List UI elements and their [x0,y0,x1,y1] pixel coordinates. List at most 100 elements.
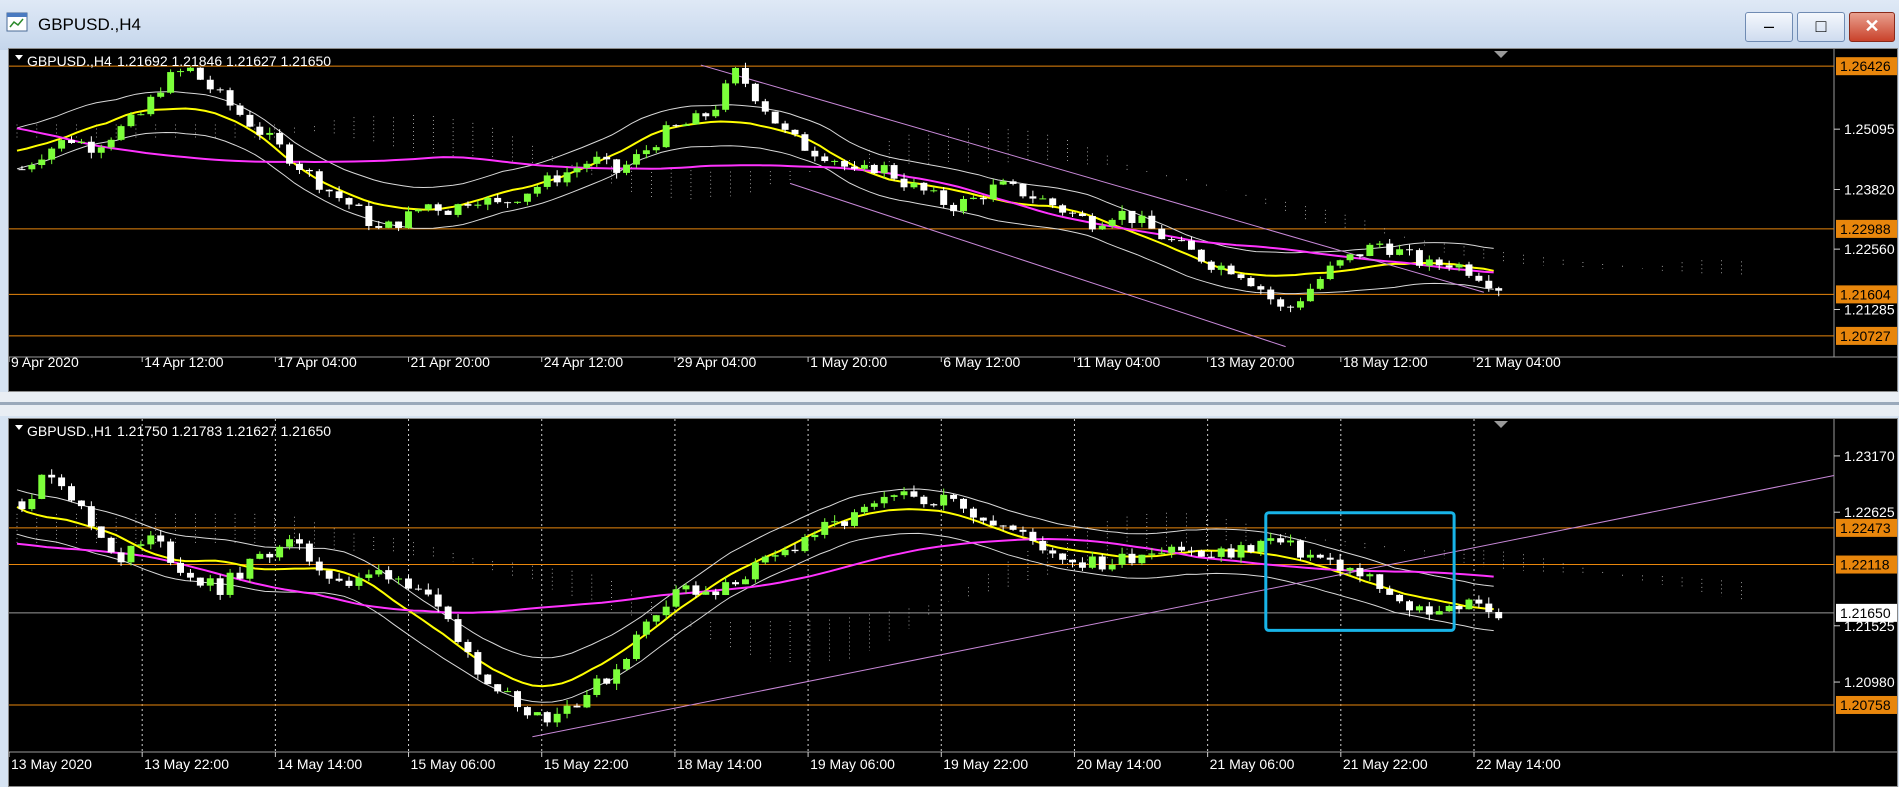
candle-body [563,705,571,714]
candle-body [325,189,333,192]
candle-body [1098,225,1106,230]
candle-body [1049,550,1057,554]
candle-body [38,159,46,166]
candle-body [1495,288,1503,291]
candle-body [1009,525,1017,530]
candle-body [801,537,809,552]
candle-body [266,132,274,135]
candle-body [464,641,472,653]
price-tick-label: 1.23170 [1844,448,1895,464]
candle-body [1326,557,1334,560]
candle-body [920,182,928,191]
candle-body [1366,574,1374,577]
candle-body [68,486,75,501]
candle-body [593,678,601,695]
price-chart-h4[interactable]: 1.25095 1.23820 1.22560 1.21285 1.26426 1.229… [9,49,1897,391]
candle-body [196,67,204,80]
price-level-tag-label: 1.22118 [1840,557,1890,573]
candle-body [1158,228,1166,240]
candle-body [1287,540,1295,543]
candle-body [989,520,997,526]
candle-body [18,169,26,171]
trend-line-upper [700,64,1484,293]
candle-body [801,134,809,151]
price-level-tag-label: 1.20727 [1840,328,1891,344]
candle-body [1009,181,1017,184]
candle-body [1336,559,1344,571]
candle-body [256,553,264,559]
candle-body [1088,216,1096,230]
candle-body [1376,243,1384,245]
candle-body [335,578,343,581]
candle-body [543,175,551,187]
candle-body [266,553,274,558]
time-axis-label: 20 May 14:00 [1076,756,1161,772]
candle-body [702,591,710,595]
candle-body [1049,198,1057,206]
candle-body [712,591,720,596]
candle-body [1336,260,1344,266]
minimize-button[interactable]: – [1745,12,1793,42]
candle-body [851,166,858,169]
candle-body [860,164,868,169]
collapse-triangle-icon [15,425,23,430]
candle-body [504,202,512,204]
candle-body [692,585,700,595]
chart-panel-h4[interactable]: 1.25095 1.23820 1.22560 1.21285 1.26426 1.229… [8,48,1898,392]
candle-body [1267,289,1275,300]
candle-body [137,544,145,546]
candle-body [702,113,710,117]
candle-body [385,221,393,228]
candle-body [682,124,690,126]
candle-body [692,113,700,125]
candle-body [1019,529,1027,532]
candle-body [395,578,403,580]
candle-body [741,67,749,84]
candle-body [434,204,442,211]
candle-body [831,160,839,162]
candle-body [603,678,611,684]
chart-ohlc-label: 1.21692 1.21846 1.21627 1.21650 [117,53,331,69]
candle-body [414,209,422,212]
candle-body [365,205,373,227]
candle-body [791,549,799,552]
candle-body [930,504,938,506]
close-button[interactable]: ✕ [1849,12,1895,42]
time-axis-label: 18 May 12:00 [1343,354,1428,370]
candle-body [1138,215,1146,224]
price-level-tag-label: 1.22988 [1840,221,1891,237]
candle-body [1217,548,1225,557]
candle-body [1396,249,1404,255]
candle-body [950,494,958,499]
candle-body [1297,301,1304,308]
candle-body [137,114,145,116]
candle-body [276,132,284,145]
price-chart-h1[interactable]: 1.231701.226251.215251.209801.224731.221… [9,419,1897,786]
candle-body [553,175,561,183]
candle-body [841,521,849,526]
candle-body [1277,299,1285,307]
moving-average-fast [16,107,1494,277]
time-axis-label: 14 May 14:00 [277,756,362,772]
chart-panel-h1[interactable]: 1.23170 1.22625 1.21525 1.20980 1.22473 1.221… [8,418,1898,787]
candle-body [1485,280,1493,289]
maximize-button[interactable]: □ [1797,12,1845,42]
time-axis-label: 13 May 2020 [11,756,92,772]
candle-body [424,204,432,210]
candle-body [771,111,779,124]
panel-splitter[interactable] [0,392,1899,416]
candle-body [28,498,36,510]
candle-body [1118,210,1126,220]
candle-body [177,562,185,573]
candle-body [910,491,918,497]
candle-body [1019,183,1027,197]
candle-body [1227,265,1235,275]
candle-body [1158,552,1166,554]
candle-body [514,201,521,203]
candle-body [1247,278,1255,287]
candle-body [821,156,829,162]
candle-body [1376,574,1384,589]
candle-body [811,150,819,157]
chart-symbol-label: GBPUSD.,H4 [27,53,112,69]
candle-body [1415,250,1423,266]
